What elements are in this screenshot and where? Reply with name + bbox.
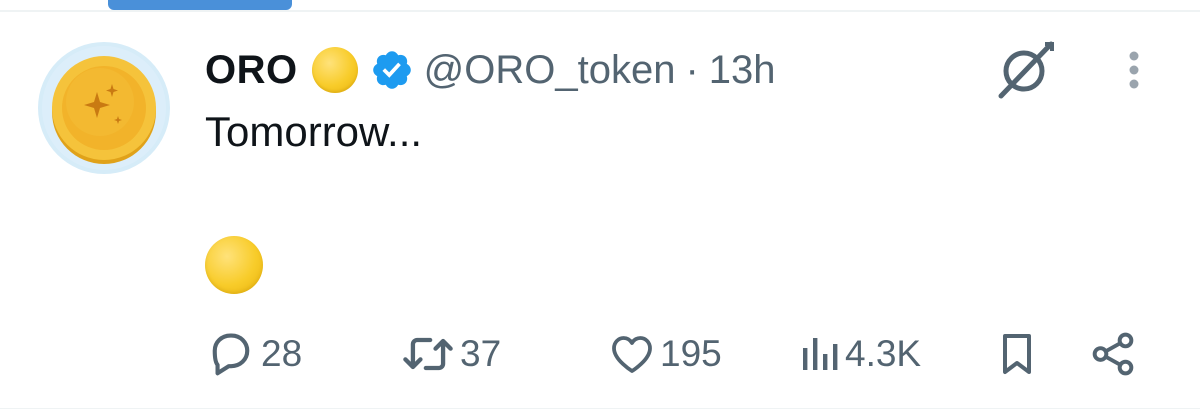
gold-coin-icon	[42, 46, 166, 170]
share-button[interactable]	[1088, 326, 1138, 382]
grok-icon[interactable]	[995, 38, 1057, 100]
timestamp[interactable]: 13h	[709, 48, 776, 93]
like-button[interactable]: 195	[608, 326, 722, 382]
bookmark-button[interactable]	[997, 326, 1037, 382]
tweet-page: ORO @ORO_token · 13h Tomorrow... 28 37 1…	[0, 0, 1200, 413]
yellow-circle-emoji	[311, 47, 358, 93]
repost-button[interactable]: 37	[400, 326, 501, 382]
verified-badge-icon[interactable]	[370, 48, 414, 92]
avatar[interactable]	[38, 42, 170, 174]
heart-icon	[612, 336, 652, 373]
views-count: 4.3K	[845, 333, 922, 374]
analytics-icon	[803, 338, 838, 370]
reply-button[interactable]: 28	[205, 326, 302, 382]
top-divider	[0, 10, 1200, 12]
bookmark-icon	[1003, 334, 1031, 374]
tweet-text: Tomorrow...	[205, 108, 423, 155]
display-name[interactable]: ORO	[205, 48, 298, 93]
more-vertical-icon[interactable]	[1120, 48, 1148, 92]
bottom-divider	[0, 408, 1200, 409]
handle[interactable]: @ORO_token	[424, 48, 676, 93]
tab-indicator	[108, 0, 292, 10]
reply-count: 28	[261, 333, 303, 374]
reply-icon	[212, 333, 250, 376]
separator-dot: ·	[685, 47, 699, 92]
tweet-header: ORO @ORO_token · 13h	[205, 44, 776, 96]
yellow-circle-emoji	[205, 236, 263, 294]
share-icon	[1092, 332, 1134, 376]
repost-icon	[403, 337, 453, 371]
like-count: 195	[660, 333, 722, 374]
repost-count: 37	[460, 333, 502, 374]
views-button[interactable]: 4.3K	[797, 326, 921, 382]
